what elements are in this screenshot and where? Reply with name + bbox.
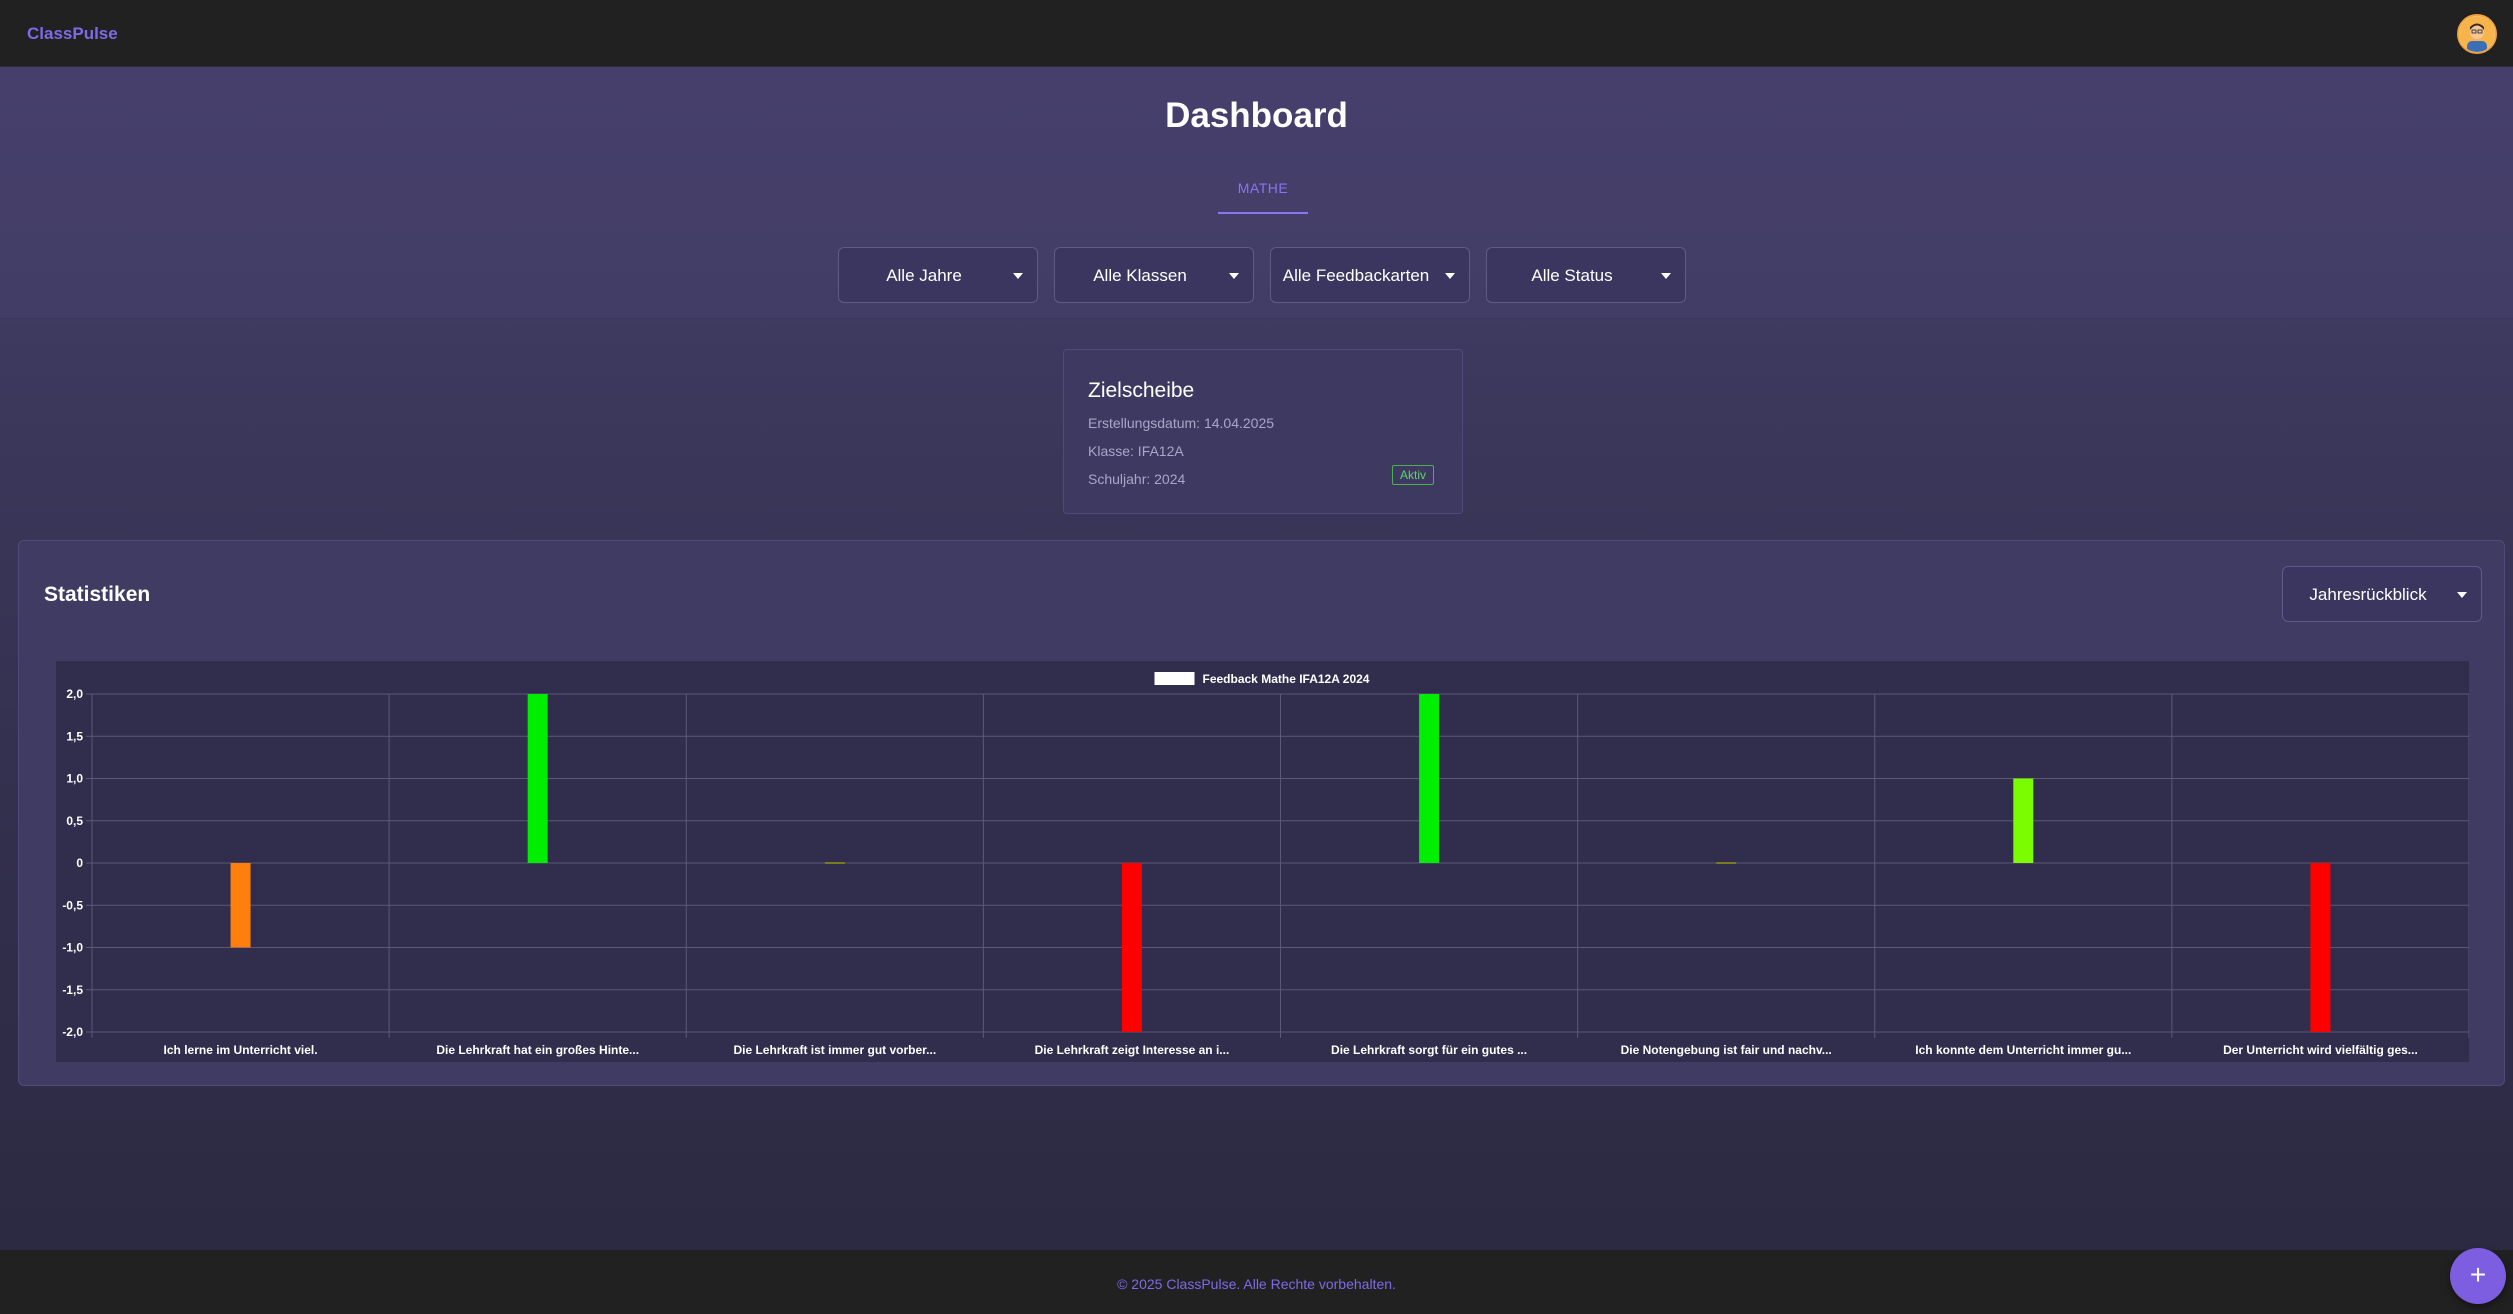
chart-bar <box>1716 862 1737 864</box>
feedback-card[interactable]: Zielscheibe Erstellungsdatum: 14.04.2025… <box>1063 349 1463 514</box>
caret-down-icon <box>2457 592 2467 598</box>
chart-bar <box>2013 778 2034 863</box>
year-filter-dropdown[interactable]: Alle Jahre <box>838 247 1038 303</box>
chart-y-tick-label: -1,0 <box>62 941 83 955</box>
caret-down-icon <box>1013 273 1023 279</box>
feedback-bar-chart: 2,0 1,5 1,0 0,5 0 -0,5 -1,0 -1,5 -2,0 Ich lerne i… <box>56 661 2469 1062</box>
chart-y-tick-label: -0,5 <box>62 898 83 912</box>
chart-x-tick-label: Ich konnte dem Unterricht immer gu... <box>1915 1043 2131 1057</box>
card-school-year: Schuljahr: 2024 <box>1088 471 1186 487</box>
period-dropdown-label: Jahresrückblick <box>2309 585 2427 604</box>
chart-y-tick-label: 1,5 <box>66 729 83 743</box>
chart-y-tick-label: -1,5 <box>62 983 83 997</box>
status-badge: Aktiv <box>1392 465 1435 485</box>
tab-mathe[interactable]: MATHE <box>1218 180 1308 214</box>
add-feedback-button[interactable]: + <box>2450 1248 2506 1304</box>
chart-x-tick-label: Die Lehrkraft hat ein großes Hinte... <box>436 1043 639 1057</box>
class-filter-label: Alle Klassen <box>1093 266 1187 285</box>
card-class: Klasse: IFA12A <box>1088 443 1184 459</box>
card-title: Zielscheibe <box>1088 379 1195 402</box>
chart-x-tick-label: Die Lehrkraft sorgt für ein gutes ... <box>1331 1043 1527 1057</box>
chart-x-tick-label: Die Lehrkraft zeigt Interesse an i... <box>1035 1043 1230 1057</box>
chart-bar <box>2310 863 2331 1032</box>
status-filter-label: Alle Status <box>1531 266 1613 285</box>
chart-y-tick-label: 1,0 <box>66 772 83 786</box>
chart-legend-label: Feedback Mathe IFA12A 2024 <box>1203 672 1370 686</box>
status-filter-dropdown[interactable]: Alle Status <box>1486 247 1686 303</box>
chart-x-tick-label: Der Unterricht wird vielfältig ges... <box>2223 1043 2418 1057</box>
chart-x-tick-label: Die Notengebung ist fair und nachv... <box>1621 1043 1832 1057</box>
chart-bar <box>1121 863 1142 1032</box>
chart-bar <box>230 863 251 948</box>
card-creation-date: Erstellungsdatum: 14.04.2025 <box>1088 415 1275 431</box>
statistics-title: Statistiken <box>44 583 151 606</box>
chart-bar <box>1419 694 1440 863</box>
footer-copyright: © 2025 ClassPulse. Alle Rechte vorbehalt… <box>1117 1276 1396 1292</box>
feedback-type-filter-label: Alle Feedbackarten <box>1282 266 1430 285</box>
period-dropdown[interactable]: Jahresrückblick <box>2282 566 2482 622</box>
plus-icon: + <box>2469 1259 2487 1290</box>
feedback-type-filter-dropdown[interactable]: Alle Feedbackarten <box>1270 247 1470 303</box>
chart-x-tick-label: Die Lehrkraft ist immer gut vorber... <box>733 1043 936 1057</box>
footer: © 2025 ClassPulse. Alle Rechte vorbehalt… <box>0 1250 2513 1314</box>
brand-logo[interactable]: ClassPulse <box>27 24 118 44</box>
page-title: Dashboard <box>1165 96 1348 135</box>
caret-down-icon <box>1229 273 1239 279</box>
chart-y-tick-label: -2,0 <box>62 1025 83 1039</box>
chart-canvas: 2,0 1,5 1,0 0,5 0 -0,5 -1,0 -1,5 -2,0 Ich lerne i… <box>62 672 2469 1057</box>
top-app-bar: ClassPulse <box>0 0 2513 67</box>
caret-down-icon <box>1661 273 1671 279</box>
chart-y-tick-label: 0 <box>76 856 83 870</box>
chart-legend-swatch <box>1154 672 1195 685</box>
chart-x-tick-label: Ich lerne im Unterricht viel. <box>164 1043 318 1057</box>
chart-bar <box>527 694 548 863</box>
chart-y-tick-label: 2,0 <box>66 687 83 701</box>
class-filter-dropdown[interactable]: Alle Klassen <box>1054 247 1254 303</box>
user-avatar-icon[interactable] <box>2457 14 2497 54</box>
chart-y-tick-label: 0,5 <box>66 814 83 828</box>
caret-down-icon <box>1445 273 1455 279</box>
year-filter-label: Alle Jahre <box>886 266 962 285</box>
chart-bar <box>824 862 845 864</box>
